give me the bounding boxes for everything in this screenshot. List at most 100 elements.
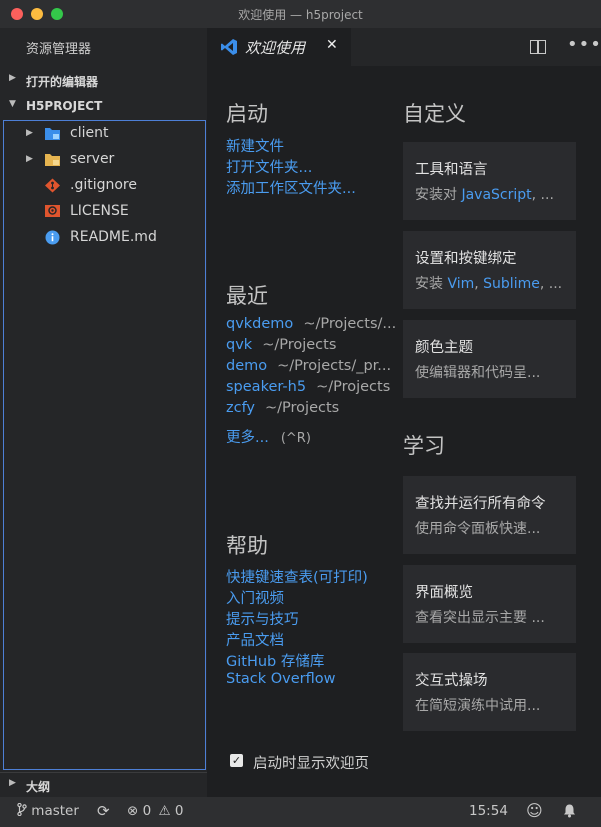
outline-section[interactable]: ▶ 大纲 (0, 772, 207, 797)
chevron-right-icon: ▶ (26, 128, 33, 138)
warning-icon: ⚠ (158, 803, 171, 819)
chevron-right-icon: ▶ (26, 154, 33, 164)
recent-item[interactable]: speaker-h5 ~/Projects (226, 379, 397, 395)
recent-more-shortcut: (^R) (280, 431, 311, 446)
card-title: 工具和语言 (415, 162, 488, 178)
warning-count: 0 (174, 803, 184, 819)
recent-item-name[interactable]: zcfy (226, 400, 255, 416)
help-link-stackoverflow[interactable]: Stack Overflow (226, 671, 336, 687)
recent-item-name[interactable]: qvk (226, 337, 252, 353)
close-icon[interactable]: ✕ (326, 37, 338, 53)
learn-heading: 学习 (403, 434, 445, 458)
show-on-startup-checkbox[interactable]: ✓ (230, 754, 243, 767)
start-heading: 启动 (226, 102, 268, 126)
help-link-github[interactable]: GitHub 存储库 (226, 650, 324, 671)
error-icon: ⊗ (127, 803, 139, 819)
tab-welcome[interactable]: 欢迎使用 ✕ (207, 28, 351, 66)
tree-item-server[interactable]: ▶ server (4, 147, 204, 173)
open-folder-link[interactable]: 打开文件夹... (226, 156, 312, 177)
problems-indicator[interactable]: ⊗ 0 ⚠ 0 (127, 803, 184, 819)
help-heading: 帮助 (226, 534, 268, 558)
card-description: 查看突出显示主要 ... (415, 610, 545, 626)
help-link-tips[interactable]: 提示与技巧 (226, 608, 299, 629)
recent-item[interactable]: demo ~/Projects/_pr... (226, 358, 397, 374)
card-title: 设置和按键绑定 (415, 251, 517, 267)
recent-item-path: ~/Projects (316, 379, 391, 395)
smiley-feedback-icon[interactable]: ☺ (526, 801, 543, 820)
chevron-right-icon: ▶ (9, 778, 16, 788)
card-color-theme[interactable]: 颜色主题 使编辑器和代码呈... (403, 320, 576, 398)
more-actions-icon[interactable]: ••• (567, 34, 601, 55)
new-file-link[interactable]: 新建文件 (226, 135, 284, 156)
tree-item-license[interactable]: LICENSE (4, 199, 204, 225)
recent-item[interactable]: qvkdemo ~/Projects/... (226, 316, 397, 332)
explorer-sidebar: 资源管理器 ▶ 打开的编辑器 ▼ H5PROJECT ▶ client ▶ se… (0, 28, 207, 797)
card-title: 交互式操场 (415, 673, 488, 689)
card-description: 安装 Vim, Sublime, ... (415, 276, 563, 292)
card-command-palette[interactable]: 查找并运行所有命令 使用命令面板快速... (403, 476, 576, 554)
tree-item-readme[interactable]: README.md (4, 225, 204, 251)
tree-item-label: README.md (70, 229, 157, 245)
status-bar: master ⟳ ⊗ 0 ⚠ 0 15:54 ☺ (0, 797, 601, 827)
open-editors-section[interactable]: ▶ 打开的编辑器 (0, 68, 207, 92)
window-title: 欢迎使用 — h5project (238, 8, 363, 22)
git-icon (45, 178, 60, 193)
card-description-link[interactable]: Sublime (483, 276, 540, 292)
help-link-intro-videos[interactable]: 入门视频 (226, 587, 284, 608)
explorer-title: 资源管理器 (26, 42, 92, 57)
recent-item[interactable]: qvk ~/Projects (226, 337, 397, 353)
split-editor-icon[interactable] (530, 40, 546, 54)
git-branch-icon (17, 802, 27, 817)
tree-item-label: server (70, 151, 115, 167)
card-description: 使编辑器和代码呈... (415, 365, 541, 381)
notification-bell-icon[interactable] (562, 803, 577, 822)
card-description-link[interactable]: Vim (447, 276, 474, 292)
editor-tab-bar: 欢迎使用 ✕ ••• (207, 28, 601, 66)
recent-item-path: ~/Projects (265, 400, 340, 416)
folder-blue-icon (45, 128, 60, 140)
tree-item-label: .gitignore (70, 177, 137, 193)
card-settings-keybindings[interactable]: 设置和按键绑定 安装 Vim, Sublime, ... (403, 231, 576, 309)
info-icon (45, 230, 60, 245)
sync-icon[interactable]: ⟳ (97, 802, 110, 820)
welcome-page: 启动 新建文件 打开文件夹... 添加工作区文件夹... 最近 qvkdemo ~… (207, 66, 601, 797)
outline-label: 大纲 (26, 780, 51, 794)
help-link-keyboard-cheatsheet[interactable]: 快捷键速查表(可打印) (226, 566, 368, 587)
branch-name: master (31, 803, 79, 819)
license-icon (45, 205, 60, 217)
clock: 15:54 (469, 803, 508, 819)
recent-item-name[interactable]: demo (226, 358, 267, 374)
card-tools-languages[interactable]: 工具和语言 安装对 JavaScript, ... (403, 142, 576, 220)
tree-item-label: client (70, 125, 109, 141)
card-title: 查找并运行所有命令 (415, 496, 546, 512)
tree-item-client[interactable]: ▶ client (4, 121, 204, 147)
project-section[interactable]: ▼ H5PROJECT (0, 94, 207, 118)
recent-heading: 最近 (226, 284, 268, 308)
tree-item-gitignore[interactable]: .gitignore (4, 173, 204, 199)
tree-item-label: LICENSE (70, 203, 129, 219)
tab-label: 欢迎使用 (245, 39, 306, 57)
recent-item-name[interactable]: qvkdemo (226, 316, 293, 332)
recent-more-row: 更多... (^R) (226, 426, 311, 447)
open-editors-label: 打开的编辑器 (26, 75, 99, 89)
branch-indicator[interactable]: master (17, 802, 79, 819)
card-interface-overview[interactable]: 界面概览 查看突出显示主要 ... (403, 565, 576, 643)
card-description: 使用命令面板快速... (415, 521, 541, 537)
recent-item-name[interactable]: speaker-h5 (226, 379, 306, 395)
card-description: 安装对 JavaScript, ... (415, 187, 554, 203)
card-interactive-playground[interactable]: 交互式操场 在简短演练中试用... (403, 653, 576, 731)
title-bar: 欢迎使用 — h5project (0, 0, 601, 28)
recent-item-path: ~/Projects (262, 337, 337, 353)
show-on-startup-label: 启动时显示欢迎页 (253, 756, 369, 772)
project-label: H5PROJECT (26, 99, 103, 113)
recent-item[interactable]: zcfy ~/Projects (226, 400, 397, 416)
error-count: 0 (142, 803, 152, 819)
help-link-docs[interactable]: 产品文档 (226, 629, 284, 650)
add-workspace-folder-link[interactable]: 添加工作区文件夹... (226, 177, 356, 198)
folder-yellow-icon (45, 154, 60, 166)
card-description: 在简短演练中试用... (415, 698, 541, 714)
card-description-link[interactable]: JavaScript (461, 187, 531, 203)
card-title: 颜色主题 (415, 340, 473, 356)
recent-more-link[interactable]: 更多... (226, 430, 269, 446)
card-title: 界面概览 (415, 585, 473, 601)
